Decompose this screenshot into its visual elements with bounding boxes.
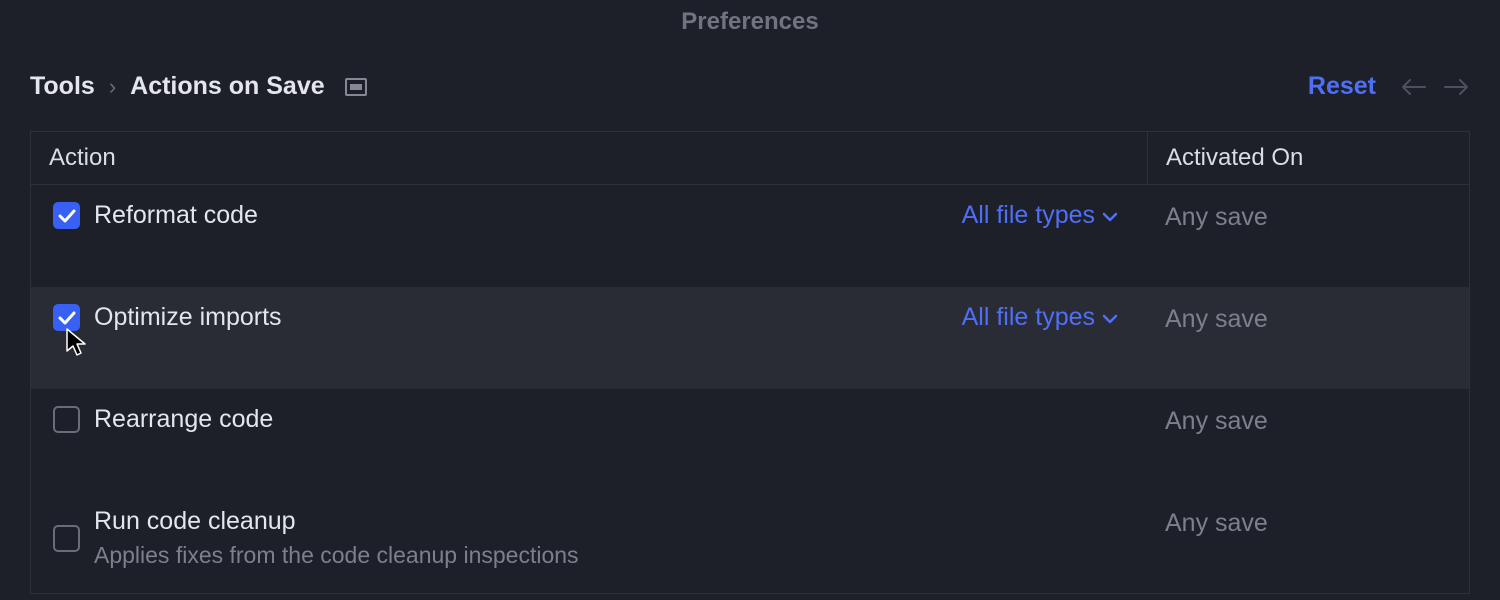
action-cell: Run code cleanup Applies fixes from the … [31,507,1147,569]
header-bar: Tools › Actions on Save Reset [0,44,1500,121]
chevron-right-icon: › [109,74,116,100]
table-row[interactable]: Optimize imports All file types Any save [31,287,1469,389]
table-header: Action Activated On [31,132,1469,185]
action-cell: Rearrange code [31,405,1147,434]
activated-cell: Any save [1147,201,1469,233]
checkbox-optimize-imports[interactable] [53,304,80,331]
action-label: Reformat code [94,201,258,230]
chevron-down-icon [1101,210,1119,222]
activated-cell: Any save [1147,507,1469,539]
action-cell: Reformat code All file types [31,201,1147,230]
reset-button[interactable]: Reset [1308,72,1376,101]
window-title: Preferences [0,0,1500,44]
chevron-down-icon [1101,312,1119,324]
action-label: Optimize imports [94,303,282,332]
breadcrumb-root[interactable]: Tools [30,72,95,101]
action-label: Rearrange code [94,405,273,434]
action-label: Run code cleanup [94,507,579,536]
table-row[interactable]: Run code cleanup Applies fixes from the … [31,491,1469,593]
filetype-label: All file types [962,201,1095,230]
table-row[interactable]: Rearrange code Any save [31,389,1469,491]
action-cell: Optimize imports All file types [31,303,1147,332]
column-header-activated[interactable]: Activated On [1147,132,1469,184]
header-actions: Reset [1308,72,1470,101]
settings-page-icon [345,78,367,96]
checkbox-reformat-code[interactable] [53,202,80,229]
breadcrumb: Tools › Actions on Save [30,72,367,101]
filetype-label: All file types [962,303,1095,332]
breadcrumb-current: Actions on Save [130,72,325,101]
actions-table: Action Activated On Reformat code All fi… [30,131,1470,594]
table-row[interactable]: Reformat code All file types Any save [31,185,1469,287]
checkbox-run-code-cleanup[interactable] [53,525,80,552]
filetype-dropdown[interactable]: All file types [962,201,1119,230]
activated-cell: Any save [1147,303,1469,335]
activated-cell: Any save [1147,405,1469,437]
action-description: Applies fixes from the code cleanup insp… [94,542,579,569]
column-header-action[interactable]: Action [31,132,1147,184]
nav-back-icon[interactable] [1400,76,1428,98]
nav-forward-icon[interactable] [1442,76,1470,98]
nav-arrows [1400,76,1470,98]
filetype-dropdown[interactable]: All file types [962,303,1119,332]
checkbox-rearrange-code[interactable] [53,406,80,433]
